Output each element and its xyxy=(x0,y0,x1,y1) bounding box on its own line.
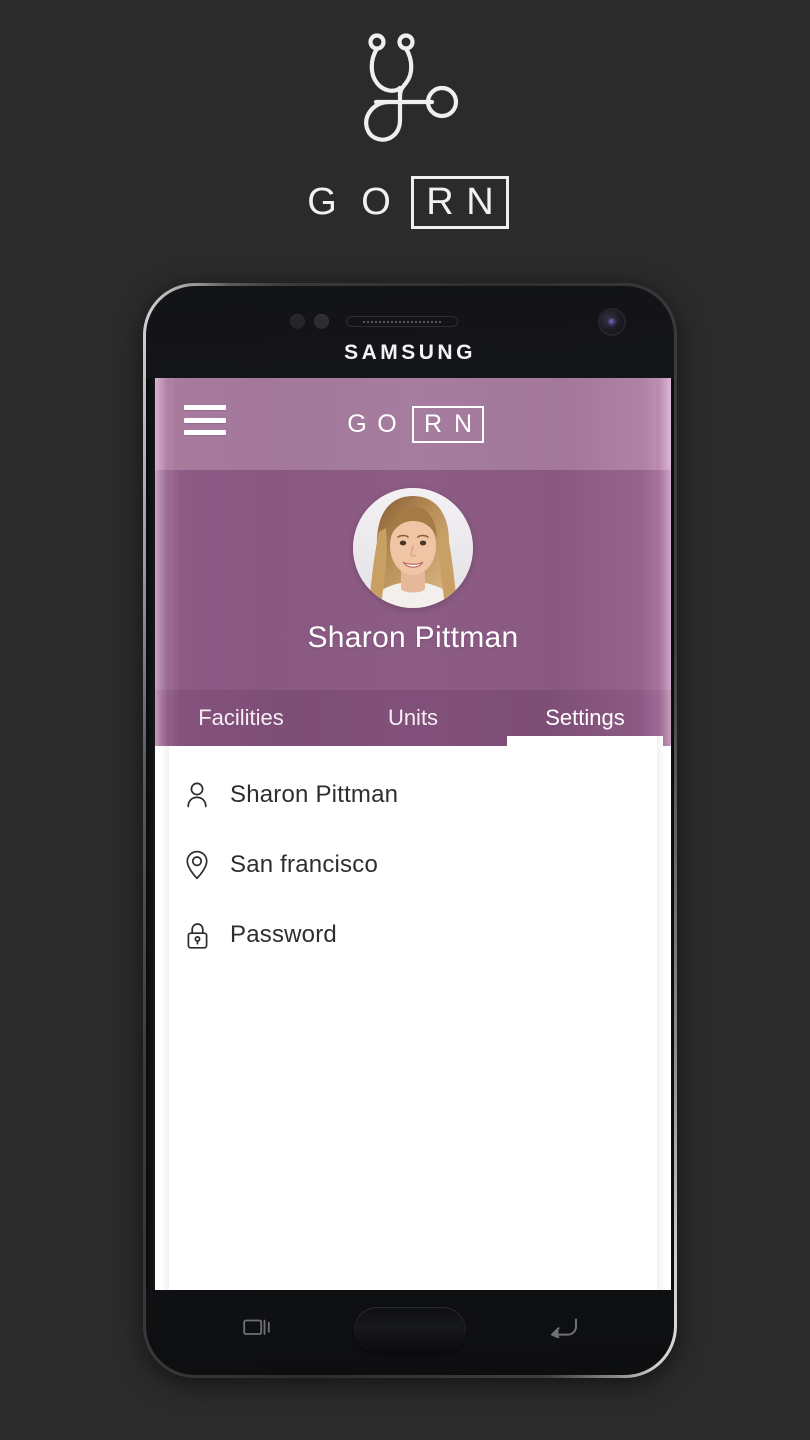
location-pin-icon xyxy=(180,848,214,882)
list-item-name[interactable]: Sharon Pittman xyxy=(155,760,671,830)
tab-settings-label: Settings xyxy=(545,705,625,730)
active-tab-indicator xyxy=(507,736,663,746)
header-letter-g: G xyxy=(347,410,367,438)
list-item-location[interactable]: San francisco xyxy=(155,830,671,900)
recent-apps-icon[interactable] xyxy=(240,1312,274,1342)
lock-icon xyxy=(180,918,214,952)
home-button[interactable] xyxy=(354,1306,466,1353)
earpiece-speaker-icon xyxy=(346,316,458,327)
light-sensor-icon xyxy=(314,314,329,329)
back-arrow-icon[interactable] xyxy=(546,1312,580,1342)
phone-bottom-hardware xyxy=(146,1284,674,1375)
profile-section: Sharon Pittman xyxy=(155,470,671,690)
list-item-password[interactable]: Password xyxy=(155,900,671,970)
list-item-name-label: Sharon Pittman xyxy=(230,781,399,808)
brand-wordmark: G O R N xyxy=(301,175,509,229)
brand-letter-r: R xyxy=(426,180,454,223)
phone-mockup: SAMSUNG G O R N Sharon Pittman Facilitie… xyxy=(143,283,677,1378)
brand-letter-n: N xyxy=(466,180,494,223)
avatar[interactable] xyxy=(353,488,473,608)
brand-letter-o: O xyxy=(361,181,391,223)
settings-list: Sharon Pittman San francisco Password xyxy=(155,746,671,1290)
brand-logo-block: G O R N xyxy=(0,30,810,229)
phone-top-hardware: SAMSUNG xyxy=(146,286,674,378)
tab-units[interactable]: Units xyxy=(327,690,499,746)
profile-name: Sharon Pittman xyxy=(307,621,519,654)
header-letter-r: R xyxy=(423,409,443,438)
header-letter-n: N xyxy=(453,409,473,438)
app-header-bar: G O R N xyxy=(155,378,671,470)
tab-units-label: Units xyxy=(387,705,439,730)
tab-settings[interactable]: Settings xyxy=(499,690,671,746)
app-header-wordmark: G O R N xyxy=(155,405,671,443)
tab-facilities-label: Facilities xyxy=(198,705,284,730)
list-item-location-label: San francisco xyxy=(230,851,379,878)
brand-letter-g: G xyxy=(307,181,337,223)
stethoscope-icon xyxy=(350,30,460,145)
header-letter-o: O xyxy=(377,410,397,438)
list-item-password-label: Password xyxy=(230,921,337,948)
tab-bar: Facilities Units Settings xyxy=(155,690,671,746)
manufacturer-label: SAMSUNG xyxy=(344,341,476,364)
app-store-screenshot: G O R N SAMSUNG G O R N Sharon Pittman F… xyxy=(0,0,810,1440)
person-icon xyxy=(180,778,214,812)
phone-body: SAMSUNG G O R N Sharon Pittman Facilitie… xyxy=(146,286,674,1375)
screen-rail-left xyxy=(146,378,155,1290)
front-camera-icon xyxy=(600,310,624,334)
header-boxed-letters: R N xyxy=(412,405,484,443)
brand-boxed-letters: R N xyxy=(411,175,509,229)
tab-facilities[interactable]: Facilities xyxy=(155,690,327,746)
proximity-sensor-icon xyxy=(290,314,305,329)
phone-screen: G O R N Sharon Pittman Facilities Units … xyxy=(155,378,671,1290)
